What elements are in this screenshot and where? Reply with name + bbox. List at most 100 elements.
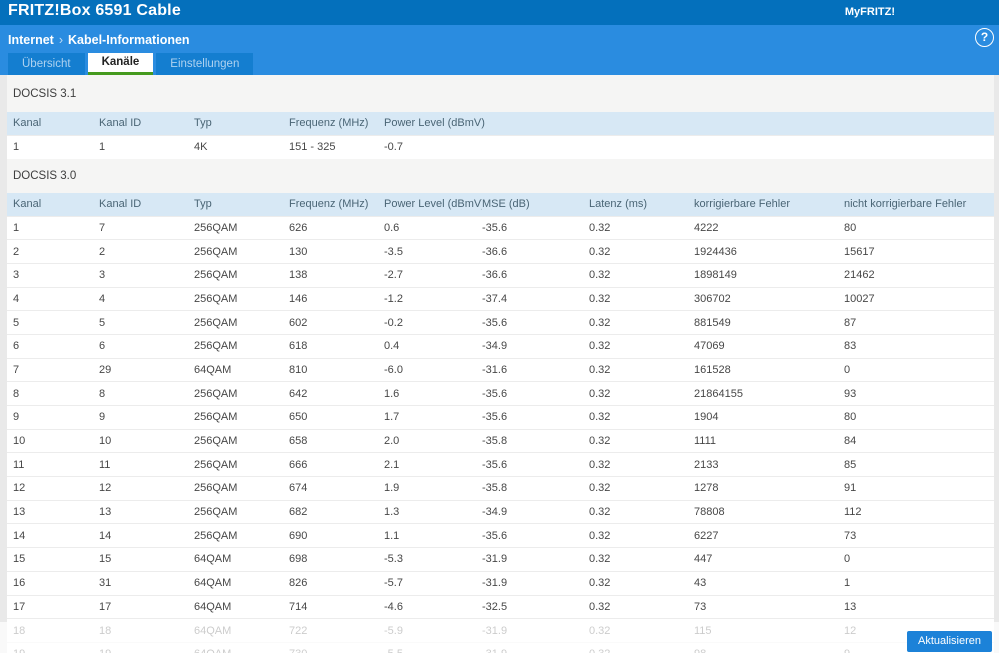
table-cell: 14 (7, 523, 99, 548)
tab-einstellungen[interactable]: Einstellungen (156, 53, 254, 75)
table-cell: 256QAM (194, 381, 289, 406)
table-cell: 602 (289, 310, 384, 335)
column-header: MSE (dB) (482, 198, 530, 211)
table-cell: 0.32 (589, 215, 694, 240)
table-cell: 618 (289, 333, 384, 359)
help-icon[interactable]: ? (975, 28, 994, 47)
breadcrumb-internet[interactable]: Internet (8, 33, 54, 47)
titlebar: FRITZ!Box 6591 Cable MyFRITZ! (0, 0, 999, 25)
table-cell: 12 (7, 476, 99, 501)
refresh-button[interactable]: Aktualisieren (907, 631, 992, 652)
column-header: Typ (194, 198, 212, 211)
table-cell: 0.32 (589, 428, 694, 453)
table-cell: -36.6 (482, 239, 589, 264)
table-cell: 80 (844, 405, 994, 430)
table-row: 17 17 64QAM 714 -4.6 -32.5 0.32 73 13 (7, 594, 994, 619)
table-cell: 161528 (694, 357, 844, 382)
table-cell: 256QAM (194, 286, 289, 311)
table-cell: 256QAM (194, 262, 289, 288)
myfritz-link[interactable]: MyFRITZ! (845, 6, 895, 18)
table-cell: 7 (7, 357, 99, 382)
table-cell: 130 (289, 239, 384, 264)
column-header: Power Level (dBmV) (384, 117, 485, 130)
table-cell: 256QAM (194, 428, 289, 453)
table-cell: 3 (99, 262, 194, 288)
table-cell: 12 (99, 476, 194, 501)
column-header: Frequenz (MHz) (289, 198, 369, 211)
table-cell: 1.9 (384, 476, 482, 501)
table-cell: 64QAM (194, 570, 289, 595)
table-cell: 2 (99, 239, 194, 264)
table-cell: 0 (844, 357, 994, 382)
table-cell: 256QAM (194, 215, 289, 240)
tab-uebersicht[interactable]: Übersicht (8, 53, 85, 75)
table-cell: 1924436 (694, 239, 844, 264)
table-cell: 6 (99, 333, 194, 359)
right-gutter (994, 75, 999, 653)
column-header: Latenz (ms) (589, 198, 648, 211)
table-cell: -31.9 (482, 570, 589, 595)
table-cell: 47069 (694, 333, 844, 359)
table-cell: 84 (844, 428, 994, 453)
table-cell: 0.32 (589, 357, 694, 382)
table-cell: -3.5 (384, 239, 482, 264)
breadcrumb: Internet › Kabel-Informationen (8, 33, 190, 47)
table-cell: 0.6 (384, 215, 482, 240)
table-cell: 146 (289, 286, 384, 311)
docsis31-section-title: DOCSIS 3.1 (13, 87, 77, 100)
table-cell: 1 (99, 134, 194, 159)
table-cell: 15 (99, 547, 194, 572)
table-row: 11 11 256QAM 666 2.1 -35.6 0.32 2133 85 (7, 452, 994, 477)
table-cell: 0.32 (589, 476, 694, 501)
table-cell: -36.6 (482, 262, 589, 288)
table-cell: 0.32 (589, 570, 694, 595)
table-cell: -35.8 (482, 428, 589, 453)
table-row: 6 6 256QAM 618 0.4 -34.9 0.32 47069 83 (7, 333, 994, 359)
table-cell: 810 (289, 357, 384, 382)
column-header: Kanal (13, 198, 42, 211)
tab-kanaele[interactable]: Kanäle (87, 53, 154, 75)
table-cell: 87 (844, 310, 994, 335)
table-cell: -35.6 (482, 310, 589, 335)
table-row: 7 29 64QAM 810 -6.0 -31.6 0.32 161528 0 (7, 357, 994, 382)
table-cell: 13 (7, 499, 99, 524)
table-cell: 1 (844, 570, 994, 595)
table-cell: -34.9 (482, 499, 589, 524)
table-cell: 682 (289, 499, 384, 524)
breadcrumb-current-page: Kabel-Informationen (68, 33, 190, 47)
tab-bar: Übersicht Kanäle Einstellungen (8, 53, 254, 75)
docsis30-table: Kanal Kanal ID Typ Frequenz (MHz) Power Leve… (7, 193, 994, 653)
table-cell: 642 (289, 381, 384, 406)
table-cell: 21864155 (694, 381, 844, 406)
table-cell: 0.32 (589, 262, 694, 288)
table-cell: 21462 (844, 262, 994, 288)
table-cell: 7 (99, 215, 194, 240)
column-header: Typ (194, 117, 212, 130)
subbar: Internet › Kabel-Informationen ? Übersicht… (0, 25, 999, 75)
table-cell: -31.9 (482, 547, 589, 572)
left-gutter (0, 75, 7, 653)
table-row: 13 13 256QAM 682 1.3 -34.9 0.32 78808 112 (7, 499, 994, 524)
table-cell: 17 (99, 594, 194, 619)
table-cell: 151 - 325 (289, 134, 384, 159)
table-cell: 138 (289, 262, 384, 288)
table-cell: 6227 (694, 523, 844, 548)
table-cell: 626 (289, 215, 384, 240)
table-cell: 15 (7, 547, 99, 572)
table-row: 9 9 256QAM 650 1.7 -35.6 0.32 1904 80 (7, 405, 994, 430)
table-cell: 85 (844, 452, 994, 477)
table-cell: -6.0 (384, 357, 482, 382)
table-cell: 8 (7, 381, 99, 406)
table-cell: -37.4 (482, 286, 589, 311)
table-cell: 256QAM (194, 499, 289, 524)
docsis31-header-row: Kanal Kanal ID Typ Frequenz (MHz) Power Leve… (7, 112, 994, 135)
table-cell: -0.2 (384, 310, 482, 335)
table-cell: -0.7 (384, 134, 994, 159)
table-cell: 306702 (694, 286, 844, 311)
table-cell: 0.32 (589, 594, 694, 619)
table-cell: 826 (289, 570, 384, 595)
table-cell: 78808 (694, 499, 844, 524)
table-cell: 881549 (694, 310, 844, 335)
table-cell: -35.6 (482, 523, 589, 548)
table-cell: 0 (844, 547, 994, 572)
